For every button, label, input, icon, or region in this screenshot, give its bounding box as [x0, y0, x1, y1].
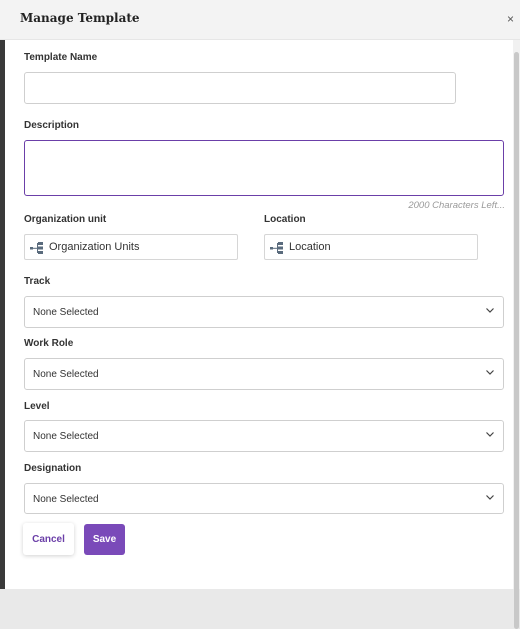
- level-selected-value: None Selected: [33, 431, 99, 442]
- chevron-down-icon: [486, 370, 494, 375]
- designation-select[interactable]: None Selected: [24, 483, 504, 514]
- track-select[interactable]: None Selected: [24, 296, 504, 328]
- save-button[interactable]: Save: [84, 524, 125, 555]
- designation-label: Designation: [24, 463, 82, 474]
- chevron-down-icon: [486, 308, 494, 313]
- cancel-button[interactable]: Cancel: [23, 523, 74, 555]
- level-select[interactable]: None Selected: [24, 420, 504, 452]
- track-selected-value: None Selected: [33, 307, 99, 318]
- location-label: Location: [264, 214, 306, 225]
- tree-structure-icon: [270, 242, 283, 254]
- scrollbar-thumb[interactable]: [514, 52, 519, 629]
- modal-scrollbar[interactable]: [513, 40, 520, 629]
- tree-structure-icon: [30, 242, 43, 254]
- designation-selected-value: None Selected: [33, 494, 99, 505]
- template-name-label: Template Name: [24, 52, 98, 63]
- level-label: Level: [24, 401, 50, 412]
- location-picker[interactable]: Location: [264, 234, 478, 260]
- modal-title: Manage Template: [20, 11, 140, 25]
- description-char-count: 2000 Characters Left...: [408, 200, 505, 211]
- organization-unit-label: Organization unit: [24, 214, 107, 225]
- organization-unit-picker-text: Organization Units: [49, 241, 140, 253]
- work-role-select[interactable]: None Selected: [24, 358, 504, 390]
- chevron-down-icon: [486, 495, 494, 500]
- organization-unit-picker[interactable]: Organization Units: [24, 234, 238, 260]
- work-role-label: Work Role: [24, 338, 74, 349]
- description-textarea[interactable]: [24, 140, 504, 196]
- location-picker-text: Location: [289, 241, 331, 253]
- close-icon[interactable]: ×: [507, 13, 514, 25]
- work-role-selected-value: None Selected: [33, 369, 99, 380]
- manage-template-modal: Manage Template × Template Name Descript…: [0, 0, 520, 589]
- chevron-down-icon: [486, 432, 494, 437]
- description-label: Description: [24, 120, 80, 131]
- template-name-input[interactable]: [24, 72, 456, 104]
- track-label: Track: [24, 276, 51, 287]
- modal-header: Manage Template ×: [0, 0, 520, 40]
